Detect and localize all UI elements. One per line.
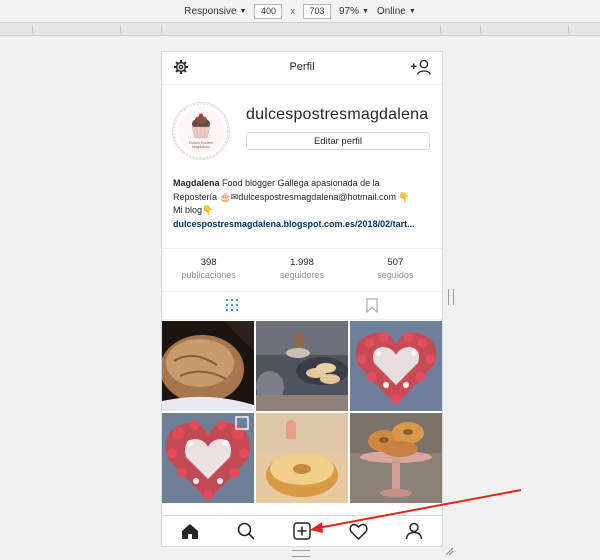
post-heart-cake-2[interactable] xyxy=(162,413,254,503)
chevron-down-icon: ▼ xyxy=(408,7,416,15)
top-bar: Perfil xyxy=(162,52,442,85)
search-icon xyxy=(237,522,255,540)
donut-image xyxy=(256,413,348,503)
dimension-separator: x xyxy=(290,6,295,16)
corner-resize-handle[interactable] xyxy=(444,546,454,556)
height-input[interactable]: 703 xyxy=(302,3,331,19)
stat-posts[interactable]: 398 publicaciones xyxy=(162,249,255,291)
network-select[interactable]: Online ▼ xyxy=(377,6,416,17)
width-input[interactable]: 400 xyxy=(254,3,283,19)
bread-image xyxy=(162,321,254,411)
device-select[interactable]: Responsive ▼ xyxy=(184,6,246,17)
tab-grid[interactable] xyxy=(162,291,302,319)
avatar[interactable]: Dulces Postres Magdalena xyxy=(172,102,230,160)
chevron-down-icon: ▼ xyxy=(361,7,369,15)
bookmark-icon xyxy=(366,297,378,313)
nav-profile[interactable] xyxy=(404,521,424,541)
post-bread[interactable] xyxy=(162,321,254,411)
heart-cake-image xyxy=(162,413,254,503)
side-resize-handle[interactable] xyxy=(448,289,454,305)
grid-icon xyxy=(226,299,238,311)
stat-following[interactable]: 507 seguidos xyxy=(349,249,442,291)
nav-activity[interactable] xyxy=(348,521,368,541)
bio-line-1: Food blogger Gallega apasionada de la xyxy=(219,178,380,188)
cupcake-logo: Dulces Postres Magdalena xyxy=(173,103,229,159)
view-tabs xyxy=(162,291,442,320)
media-query-ruler xyxy=(0,23,600,36)
page-title: Perfil xyxy=(289,61,315,73)
bio-name: Magdalena xyxy=(173,178,220,188)
nav-home[interactable] xyxy=(180,521,200,541)
nav-new-post[interactable] xyxy=(292,521,312,541)
device-label: Responsive xyxy=(184,5,237,17)
bottom-nav xyxy=(162,515,442,546)
bio-link[interactable]: dulcespostresmagdalena.blogspot.com.es/2… xyxy=(173,218,431,232)
nav-search[interactable] xyxy=(236,521,256,541)
tab-saved[interactable] xyxy=(302,291,442,319)
donut-stand-image xyxy=(350,413,442,503)
username: dulcespostresmagdalena xyxy=(246,106,429,123)
post-cookies[interactable] xyxy=(256,321,348,411)
profile-stats: 398 publicaciones 1.998 seguidores 507 s… xyxy=(162,248,442,292)
stat-followers[interactable]: 1.998 seguidores xyxy=(255,249,348,291)
mobile-viewport: Perfil Dulces Postres Magdalena dulcespo… xyxy=(161,51,443,547)
stat-label: seguidos xyxy=(377,270,414,280)
bio-line-3: Mi blog👇 xyxy=(173,205,214,215)
edit-profile-button[interactable]: Editar perfil xyxy=(246,132,430,150)
cookies-image xyxy=(256,321,348,411)
bio: Magdalena Food blogger Gallega apasionad… xyxy=(173,177,431,231)
bio-line-2: Repostería 🎂✉dulcespostresmagdalena@hotm… xyxy=(173,191,410,202)
stat-label: publicaciones xyxy=(181,270,236,280)
avatar-caption-2: Magdalena xyxy=(192,145,210,149)
post-heart-cake[interactable] xyxy=(350,321,442,411)
new-post-icon xyxy=(293,522,311,540)
posts-grid xyxy=(162,321,442,516)
stat-number: 1.998 xyxy=(290,257,314,268)
heart-icon xyxy=(348,523,368,540)
zoom-select[interactable]: 97% ▼ xyxy=(339,6,369,17)
chevron-down-icon: ▼ xyxy=(239,7,247,15)
post-donut[interactable] xyxy=(256,413,348,503)
devtools-toolbar: Responsive ▼ 400 x 703 97% ▼ Online ▼ xyxy=(0,0,600,23)
heart-cake-image xyxy=(350,321,442,411)
stat-number: 507 xyxy=(387,257,404,268)
stat-label: seguidores xyxy=(279,270,324,280)
home-icon xyxy=(182,523,198,539)
network-label: Online xyxy=(376,5,406,17)
zoom-label: 97% xyxy=(338,5,359,17)
stat-number: 398 xyxy=(200,257,217,268)
profile-icon xyxy=(405,522,423,540)
add-user-icon[interactable] xyxy=(410,59,432,75)
post-donut-stand[interactable] xyxy=(350,413,442,503)
bottom-resize-handle[interactable] xyxy=(292,550,310,557)
